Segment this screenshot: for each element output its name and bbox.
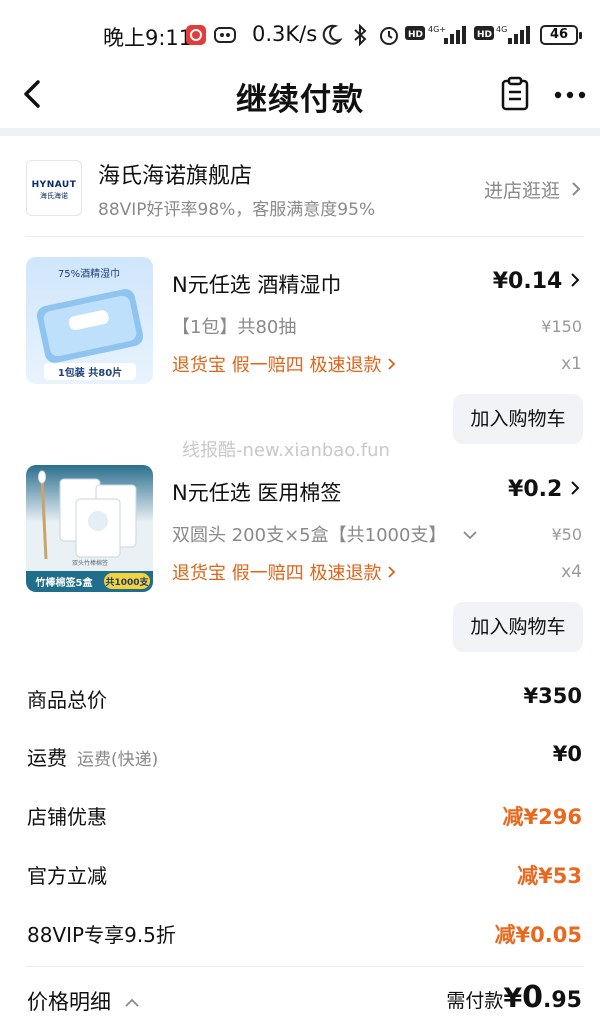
chevron-right-icon [571,273,580,287]
summary-row-shipping: 运费 运费(快递) ¥0 [0,736,600,776]
svg-text:75%酒精湿巾: 75%酒精湿巾 [58,267,120,280]
nav-bar: 继续付款 [0,62,600,128]
add-to-cart-button[interactable]: 加入购物车 [453,394,583,444]
hd-icon: HD [474,24,494,46]
service-tags[interactable]: 退货宝 假一赔四 极速退款 [172,559,397,585]
svg-text:双头竹棒棉签: 双头竹棒棉签 [72,559,108,567]
alarm-icon [378,24,400,50]
product-name[interactable]: N元任选 酒精湿巾 [172,269,341,299]
summary-value: 减¥0.05 [494,923,582,947]
summary-label: 店铺优惠 [27,805,107,829]
pay-footer: 价格明细 需付款¥0.95 [0,968,600,1021]
item-price[interactable]: ¥0.14 [493,269,580,294]
shop-name: 海氏海诺旗舰店 [98,164,253,189]
status-bar: 晚上9:11 0.3K/s HD 4G+ HD 4G 46 [0,0,600,70]
divider [26,236,584,237]
summary-label: 运费 运费(快递) [27,746,159,770]
clipboard-icon[interactable] [499,76,531,112]
summary-row-subtotal: 商品总价 ¥350 [0,678,600,718]
app-icon [213,24,237,50]
status-time: 晚上9:11 [103,26,193,50]
item-price[interactable]: ¥0.2 [508,477,580,502]
hd-icon: HD [405,24,425,46]
svg-text:竹棒棉签5盒: 竹棒棉签5盒 [35,576,94,589]
chevron-right-icon [571,481,580,495]
summary-row-shop-discount[interactable]: 店铺优惠 减¥296 [0,795,600,835]
svg-text:HD: HD [408,30,423,40]
price-detail-toggle[interactable]: 价格明细 [27,986,140,1016]
add-to-cart-button[interactable]: 加入购物车 [453,602,583,652]
shop-rating: 88VIP好评率98%，客服满意度95% [98,200,376,220]
signal-4g-icon: 4G+ [428,24,472,50]
product-spec: 【1包】共80抽 [172,317,297,338]
service-tags[interactable]: 退货宝 假一赔四 极速退款 [172,351,397,377]
product-thumbnail[interactable]: 双头竹棒棉签 竹棒棉签5盒 共1000支 [26,465,153,592]
product-name[interactable]: N元任选 医用棉签 [172,477,341,507]
divider [26,966,584,967]
signal-4g-icon: 4G [496,24,536,50]
product-thumbnail[interactable]: 75%酒精湿巾 1包装 共80片 [26,257,153,384]
chevron-right-icon [572,182,581,196]
watermark: 线报酷-new.xianbao.fun [182,440,390,461]
shop-header[interactable]: HYNAUT 海氏海诺 海氏海诺旗舰店 88VIP好评率98%，客服满意度95%… [0,140,600,236]
chevron-up-icon [125,998,139,1007]
net-speed: 0.3K/s [252,22,318,46]
svg-text:1包装 共80片: 1包装 共80片 [58,366,122,379]
summary-value: 减¥296 [502,805,582,829]
chevron-right-icon [388,358,396,370]
svg-text:HD: HD [477,30,492,40]
svg-text:共1000支: 共1000支 [105,576,149,588]
summary-value: ¥350 [523,684,582,708]
shop-logo: HYNAUT 海氏海诺 [26,160,82,216]
summary-value: 减¥53 [517,864,582,888]
shipping-method: 运费(快递) [77,750,159,770]
bluetooth-icon [350,23,370,50]
original-price: ¥50 [551,525,582,544]
summary-label: 官方立减 [27,864,107,888]
summary-label: 商品总价 [27,688,107,712]
summary-row-official-discount[interactable]: 官方立减 减¥53 [0,854,600,894]
summary-label: 88VIP专享9.5折 [27,923,176,947]
item-quantity: x4 [561,562,582,582]
summary-value: ¥0 [552,742,582,766]
battery-icon: 46 [540,25,582,45]
item-quantity: x1 [561,354,582,374]
product-spec[interactable]: 双圆头 200支×5盒【共1000支】 [172,521,478,547]
moon-icon [322,24,343,50]
netease-music-icon [185,24,207,50]
enter-shop-link[interactable]: 进店逛逛 [484,176,582,203]
original-price: ¥150 [541,317,582,336]
more-icon[interactable] [552,76,588,112]
order-item: 75%酒精湿巾 1包装 共80片 N元任选 酒精湿巾 【1包】共80抽 退货宝 … [0,257,600,457]
order-item: 双头竹棒棉签 竹棒棉签5盒 共1000支 N元任选 医用棉签 双圆头 200支×… [0,465,600,665]
section-divider [0,128,600,136]
chevron-right-icon [388,566,396,578]
summary-row-vip-discount[interactable]: 88VIP专享9.5折 减¥0.05 [0,913,600,953]
chevron-down-icon [463,531,477,540]
svg-text:4G: 4G [496,25,507,34]
amount-due: 需付款¥0.95 [446,980,582,1015]
svg-text:4G+: 4G+ [428,25,446,34]
